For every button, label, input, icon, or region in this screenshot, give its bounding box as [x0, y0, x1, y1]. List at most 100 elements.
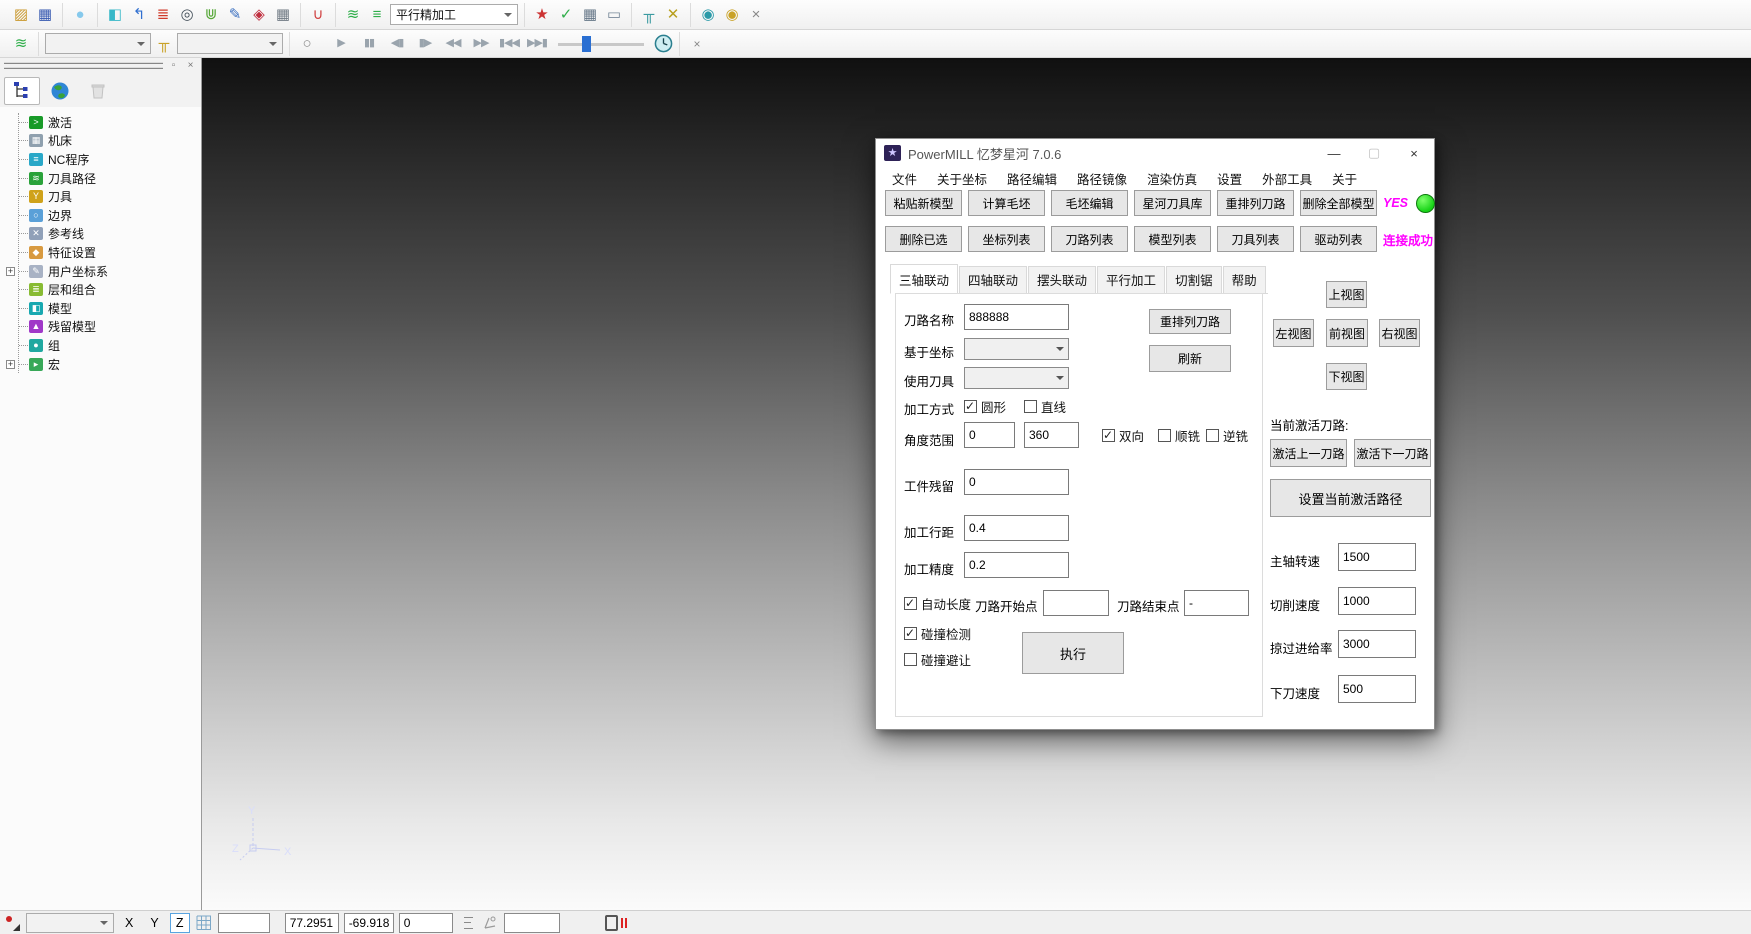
rewind-icon[interactable]: ◀◀	[442, 33, 464, 55]
feature-block-icon[interactable]: ▦	[272, 4, 294, 26]
stock-left-field[interactable]	[964, 469, 1069, 495]
save-icon[interactable]: ▦	[34, 4, 56, 26]
points-icon[interactable]: ◈	[248, 4, 270, 26]
toolpath-list-icon[interactable]: ≡	[366, 4, 388, 26]
action-button[interactable]: 计算毛坯	[968, 190, 1045, 216]
go-to-end-icon[interactable]: ▶▶▮	[526, 33, 548, 55]
cursor-y-field[interactable]	[344, 913, 394, 933]
fast-forward-icon[interactable]: ▶▶	[470, 33, 492, 55]
mode-line-checkbox[interactable]: 直线	[1024, 397, 1066, 416]
menu-item[interactable]: 路径镜像	[1067, 169, 1137, 188]
action-button[interactable]: 坐标列表	[968, 226, 1045, 252]
menu-item[interactable]: 外部工具	[1252, 169, 1322, 188]
play-icon[interactable]: ▶	[330, 33, 352, 55]
simulation-speed-slider[interactable]	[558, 36, 644, 52]
cursor-z-field[interactable]	[399, 913, 453, 933]
menu-item[interactable]: 文件	[882, 169, 927, 188]
sim-toolpath-dropdown[interactable]	[45, 33, 151, 54]
step-back-icon[interactable]: ◀▮	[386, 33, 408, 55]
cursor-x-field[interactable]	[285, 913, 339, 933]
grid-size-field[interactable]	[218, 913, 270, 933]
action-button[interactable]: 模型列表	[1134, 226, 1211, 252]
tab-explorer-trash[interactable]	[80, 77, 116, 105]
tree-item[interactable]: ◧ 模型	[19, 299, 201, 318]
slider-handle[interactable]	[582, 36, 591, 52]
ruler-icon[interactable]: ▭	[603, 4, 625, 26]
action-button[interactable]: 刀具列表	[1217, 226, 1294, 252]
verify-check-icon[interactable]: ✓	[555, 4, 577, 26]
status-dropdown[interactable]	[26, 913, 114, 933]
minimize-button[interactable]: —	[1314, 139, 1354, 167]
auto-length-checkbox[interactable]: 自动长度	[904, 594, 971, 613]
clock-icon[interactable]	[654, 34, 673, 53]
checkbox-icon[interactable]	[1024, 400, 1037, 413]
block-icon[interactable]: ◧	[104, 4, 126, 26]
dialog-tab[interactable]: 摆头联动	[1028, 266, 1096, 293]
dialog-tab[interactable]: 切割锯	[1166, 266, 1222, 293]
tab-explorer-globe[interactable]	[42, 77, 78, 105]
checkbox-icon[interactable]	[904, 597, 917, 610]
reorder-toolpath-button[interactable]: 重排列刀路	[1149, 309, 1231, 334]
simulation-icon[interactable]: ∪	[307, 4, 329, 26]
menu-item[interactable]: 渲染仿真	[1137, 169, 1207, 188]
top-view-button[interactable]: 上视图	[1326, 281, 1367, 308]
lightbulb-icon[interactable]: ○	[296, 33, 318, 55]
tree-item[interactable]: ✕ 参考线	[19, 225, 201, 244]
axis-y-button[interactable]: Y	[144, 913, 164, 933]
tree-item[interactable]: Y 刀具	[19, 187, 201, 206]
stepover-field[interactable]	[964, 515, 1069, 541]
tree-item[interactable]: ◆ 特征设置	[19, 243, 201, 262]
action-button[interactable]: 删除已选	[885, 226, 962, 252]
maximize-button[interactable]: ▢	[1354, 139, 1394, 167]
tool-icon[interactable]: ◎	[176, 4, 198, 26]
pause-icon[interactable]: ▮▮	[358, 33, 380, 55]
activate-next-toolpath-button[interactable]: 激活下一刀路	[1354, 439, 1431, 467]
database-blue-icon[interactable]: ◉	[697, 4, 719, 26]
toolpath-ribbon-icon[interactable]: ≋	[342, 4, 364, 26]
axis-z-button[interactable]: Z	[170, 913, 190, 933]
dialog-tab[interactable]: 平行加工	[1097, 266, 1165, 293]
action-button[interactable]: 删除全部模型	[1300, 190, 1377, 216]
dialog-titlebar[interactable]: ★ PowerMILL 忆梦星河 7.0.6 — ▢ ×	[876, 139, 1434, 167]
action-button[interactable]: 星河刀具库	[1134, 190, 1211, 216]
toolbar-close-icon[interactable]: ×	[686, 33, 708, 55]
toolbar-close-icon[interactable]: ×	[745, 4, 767, 26]
transform-arrow-icon[interactable]: ↰	[128, 4, 150, 26]
ucs-icon[interactable]	[481, 914, 499, 932]
dialog-tab[interactable]: 帮助	[1223, 266, 1266, 293]
tree-item[interactable]: ● 组	[19, 336, 201, 355]
database-gold-icon[interactable]: ◉	[721, 4, 743, 26]
conventional-mill-checkbox[interactable]: 逆铣	[1206, 426, 1248, 445]
axis-x-button[interactable]: X	[119, 913, 139, 933]
action-button[interactable]: 刀路列表	[1051, 226, 1128, 252]
menu-item[interactable]: 设置	[1207, 169, 1252, 188]
tree-item[interactable]: ▸ 宏	[19, 355, 201, 374]
tree-item[interactable]: ✎ 用户坐标系	[19, 262, 201, 281]
crossed-arrows-icon[interactable]: ✕	[662, 4, 684, 26]
tree-item[interactable]: ≋ 刀具路径	[19, 169, 201, 188]
tool-star-icon[interactable]: ★	[531, 4, 553, 26]
sim-tool-dropdown[interactable]	[177, 33, 283, 54]
cutting-feed-field[interactable]	[1338, 587, 1416, 615]
menu-item[interactable]: 路径编辑	[997, 169, 1067, 188]
expand-icon[interactable]	[6, 267, 15, 276]
close-button[interactable]: ×	[1394, 139, 1434, 167]
activate-prev-toolpath-button[interactable]: 激活上一刀路	[1270, 439, 1347, 467]
checkbox-icon[interactable]	[964, 400, 977, 413]
clamp-icon[interactable]: ⋓	[200, 4, 222, 26]
end-point-field[interactable]	[1184, 590, 1249, 616]
record-corner-icon[interactable]	[3, 914, 21, 932]
toolpath-ribbon-icon[interactable]: ≋	[10, 33, 32, 55]
open-file-icon[interactable]: ▨	[10, 4, 32, 26]
tab-explorer-tree[interactable]	[4, 77, 40, 105]
shaded-view-icon[interactable]: ●	[69, 4, 91, 26]
viewport-toggle-icon[interactable]	[605, 915, 618, 931]
checkbox-icon[interactable]	[1158, 429, 1171, 442]
left-view-button[interactable]: 左视图	[1273, 319, 1314, 347]
bottom-view-button[interactable]: 下视图	[1326, 363, 1367, 390]
action-button[interactable]: 毛坯编辑	[1051, 190, 1128, 216]
step-forward-icon[interactable]: ▮▶	[414, 33, 436, 55]
float-panel-icon[interactable]: ▫	[167, 60, 180, 71]
pin-tools-icon[interactable]: ╥	[638, 4, 660, 26]
dialog-tab[interactable]: 四轴联动	[959, 266, 1027, 293]
